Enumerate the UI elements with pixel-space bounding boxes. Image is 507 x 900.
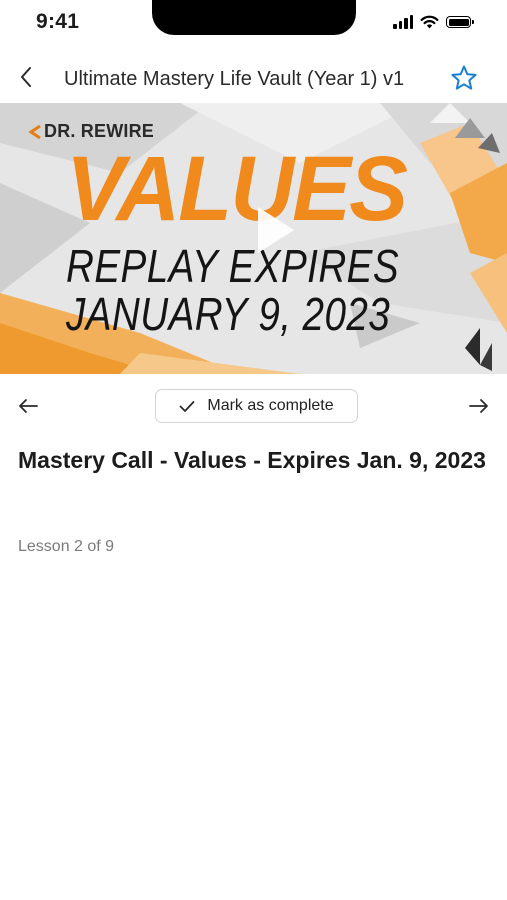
battery-icon <box>446 16 474 28</box>
top-app-bar: Ultimate Mastery Life Vault (Year 1) v1 <box>0 56 507 102</box>
video-subline-2: JANUARY 9, 2023 <box>66 288 391 340</box>
course-title: Ultimate Mastery Life Vault (Year 1) v1 <box>64 68 405 90</box>
next-lesson-button[interactable] <box>465 392 493 420</box>
cellular-signal-icon <box>393 15 413 29</box>
back-button[interactable] <box>12 60 40 94</box>
wifi-icon <box>420 15 439 29</box>
status-icons <box>393 15 474 29</box>
lesson-title: Mastery Call - Values - Expires Jan. 9, … <box>18 447 486 473</box>
star-outline-icon <box>451 65 477 90</box>
chevron-brand-icon <box>28 124 41 139</box>
previous-lesson-button[interactable] <box>14 392 42 420</box>
arrow-right-icon <box>469 399 488 413</box>
video-subline-1: REPLAY EXPIRES <box>66 240 400 292</box>
video-headline: VALUES <box>66 138 408 240</box>
checkmark-icon <box>179 400 195 412</box>
lesson-navigation: Mark as complete <box>0 386 507 426</box>
play-icon[interactable] <box>254 203 298 257</box>
mark-complete-button[interactable]: Mark as complete <box>155 389 358 423</box>
chevron-left-icon <box>21 67 31 87</box>
favorite-button[interactable] <box>448 62 480 94</box>
status-time: 9:41 <box>36 10 80 33</box>
lesson-progress: Lesson 2 of 9 <box>18 538 115 555</box>
status-bar: 9:41 <box>0 0 507 48</box>
arrow-left-icon <box>19 399 38 413</box>
mark-complete-label: Mark as complete <box>207 397 334 414</box>
video-player[interactable]: DR. REWIRE VALUES REPLAY EXPIRES JANUARY… <box>0 103 507 374</box>
device-notch <box>152 0 356 35</box>
